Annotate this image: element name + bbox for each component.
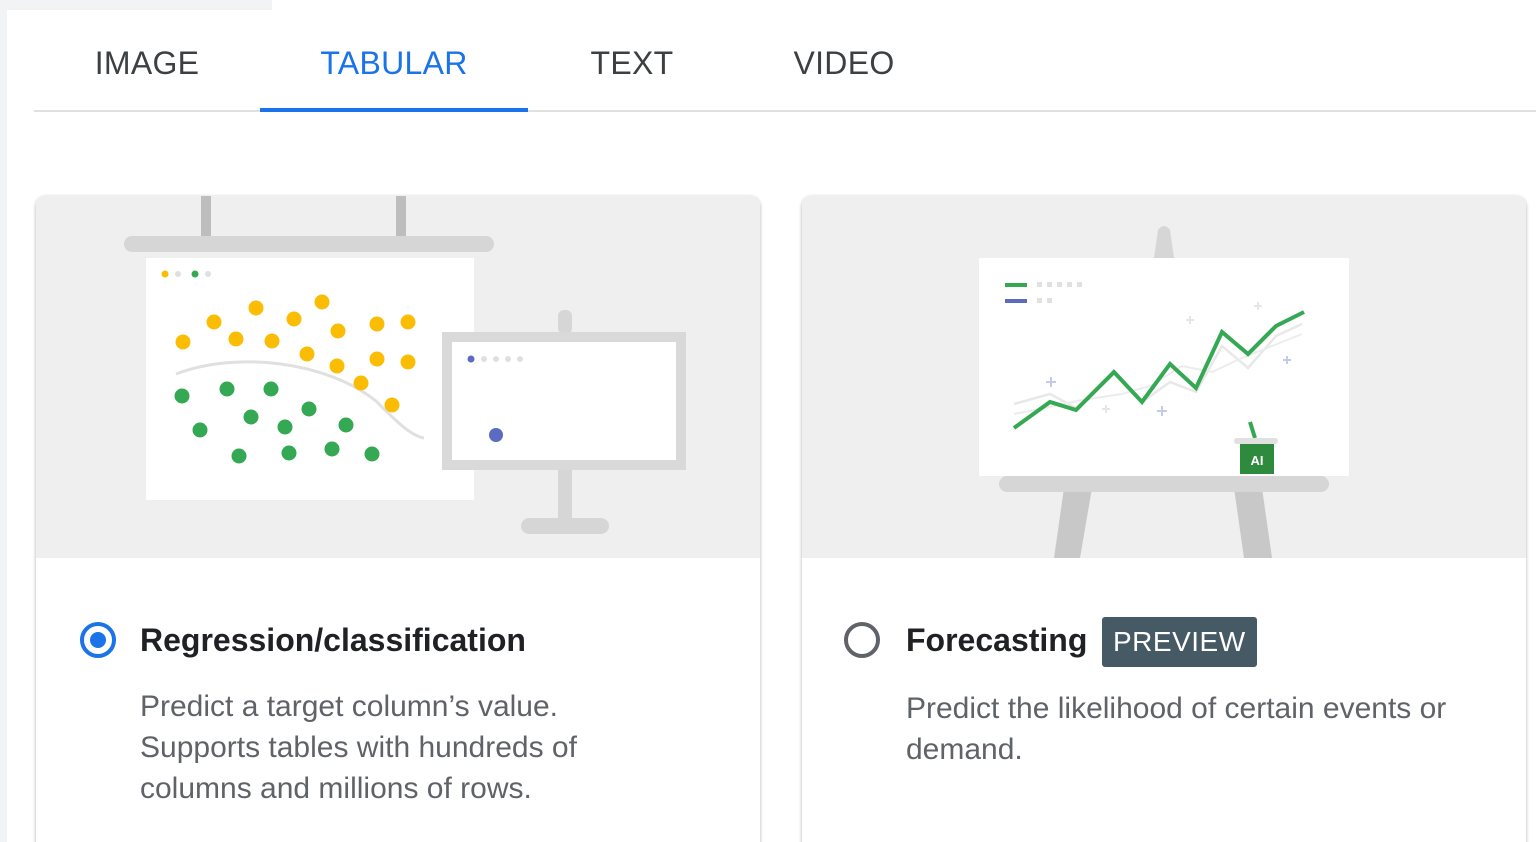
forecasting-card[interactable]: AI Forecasting PREVIEW Predict the likel… [802, 196, 1526, 842]
tab-text-label: TEXT [590, 45, 674, 81]
regression-classification-card[interactable]: Regression/classification Predict a targ… [36, 196, 760, 842]
top-edge [0, 0, 272, 10]
left-edge [0, 0, 7, 842]
forecasting-description: Predict the likelihood of certain events… [906, 692, 1447, 766]
preview-badge: PREVIEW [1102, 617, 1257, 667]
page: IMAGE TABULAR TEXT VIDEO Regression/clas… [0, 0, 1536, 842]
tab-tabular-label: TABULAR [320, 45, 468, 81]
forecasting-illustration: AI [802, 196, 1526, 558]
forecasting-chart-icon: AI [979, 226, 1349, 558]
tab-video-label: VIDEO [793, 45, 895, 81]
regression-title: Regression/classification [140, 622, 526, 658]
regression-description: Predict a target column’s value. Support… [140, 690, 577, 805]
forecasting-title: Forecasting [906, 622, 1088, 658]
regression-illustration [36, 196, 760, 558]
radio-selected-dot [90, 632, 106, 648]
tab-text[interactable]: TEXT [554, 12, 710, 110]
tab-video[interactable]: VIDEO [764, 12, 924, 110]
objective-tab-bar: IMAGE TABULAR TEXT VIDEO [34, 12, 1536, 112]
tab-image[interactable]: IMAGE [60, 12, 234, 110]
tab-tabular[interactable]: TABULAR [260, 12, 528, 112]
regression-radio[interactable] [80, 622, 116, 658]
forecasting-radio[interactable] [844, 622, 880, 658]
ai-badge-text: AI [1251, 453, 1264, 468]
regression-chart-icon [124, 196, 686, 534]
tab-image-label: IMAGE [94, 45, 200, 81]
